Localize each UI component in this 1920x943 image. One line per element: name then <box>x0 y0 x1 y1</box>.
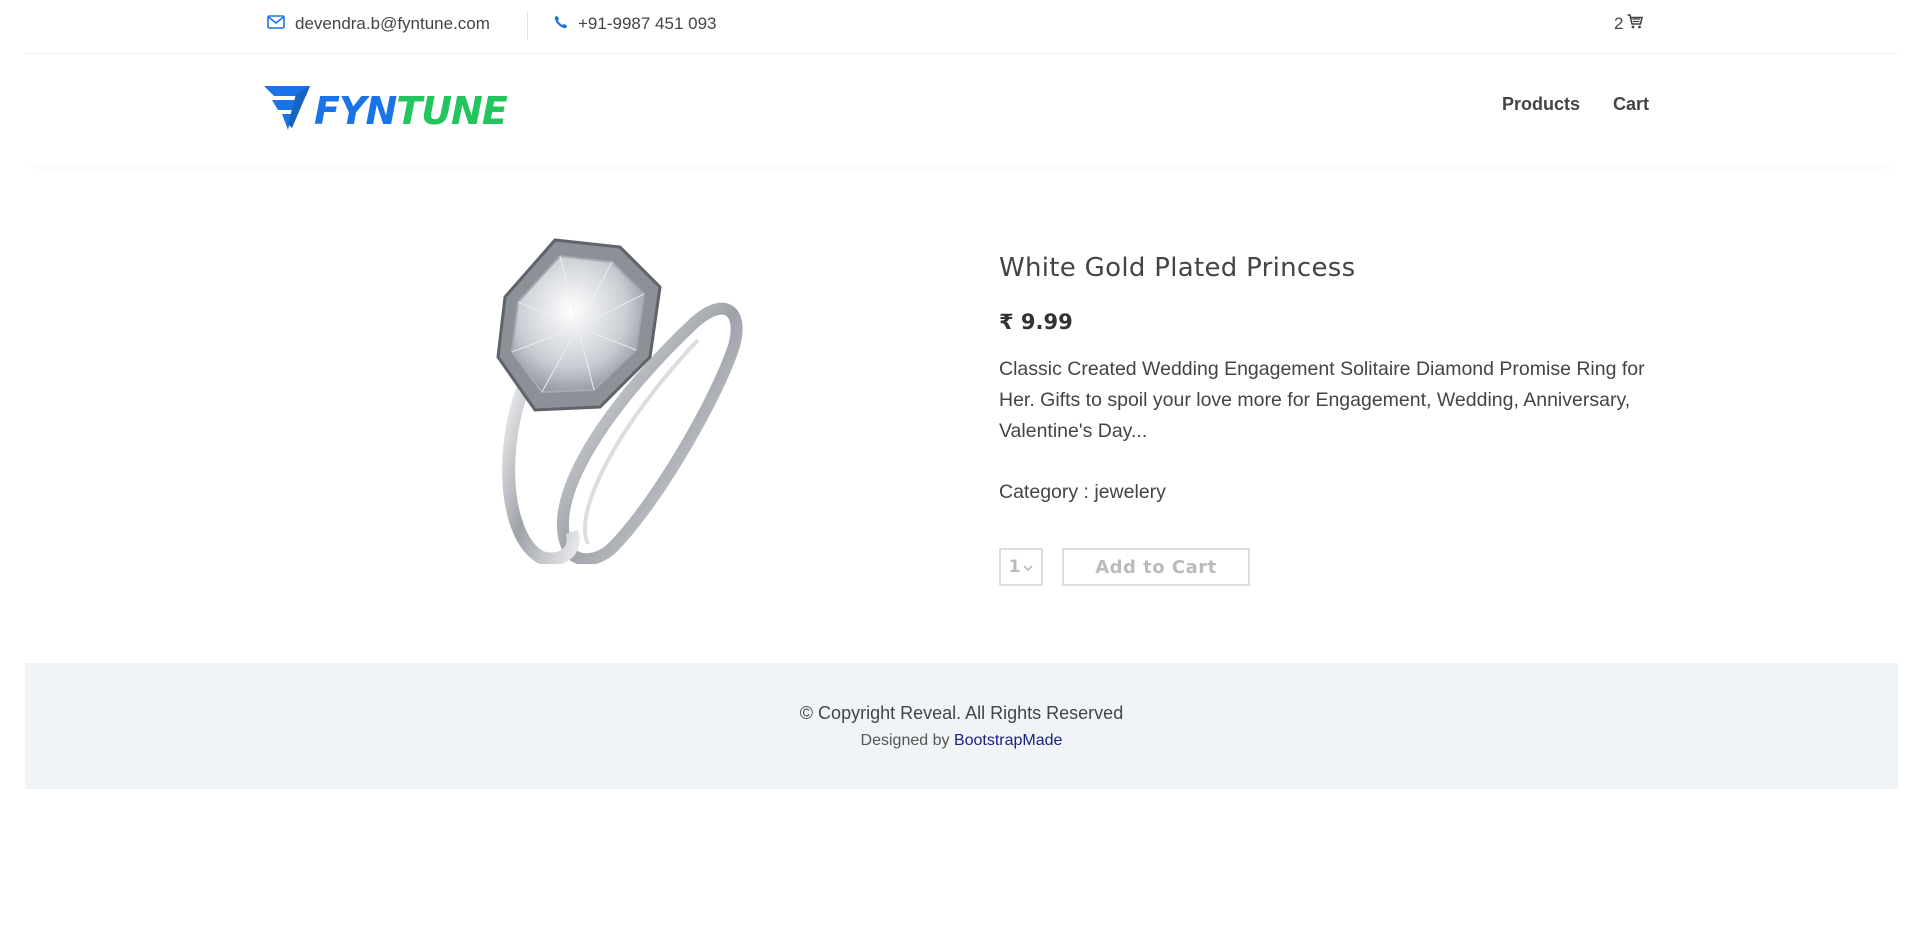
product-title: White Gold Plated Princess <box>999 253 1356 283</box>
product-image <box>460 232 746 566</box>
contact-email[interactable]: devendra.b@fyntune.com <box>267 14 490 34</box>
chevron-down-icon <box>1023 557 1034 577</box>
product-description: Classic Created Wedding Engagement Solit… <box>999 358 1645 442</box>
contact-phone[interactable]: +91-9987 451 093 <box>554 14 717 34</box>
cart-icon <box>1627 14 1644 34</box>
logo-mark <box>262 84 312 137</box>
contact-email-text: devendra.b@fyntune.com <box>295 14 490 33</box>
footer-designer-link[interactable]: BootstrapMade <box>954 732 1063 749</box>
site-header: FYNTUNE Products Cart <box>25 53 1898 165</box>
site-logo[interactable]: FYNTUNE <box>262 84 508 137</box>
logo-wordmark: FYNTUNE <box>314 88 508 133</box>
top-contact-bar: devendra.b@fyntune.com +91-9987 451 093 … <box>0 0 1920 53</box>
quantity-value: 1 <box>1008 557 1021 577</box>
footer-designed-by: Designed by <box>860 732 950 749</box>
product-price: ₹ 9.99 <box>999 310 1073 334</box>
phone-icon <box>554 14 568 34</box>
quantity-select[interactable]: 1 <box>999 548 1043 586</box>
footer-copyright: © Copyright Reveal. All Rights Reserved <box>799 703 1124 723</box>
cart-count-value: 2 <box>1614 14 1624 33</box>
nav-cart-link[interactable]: Cart <box>1613 94 1649 115</box>
footer-credit: Designed by BootstrapMade <box>25 732 1898 750</box>
logo-text-fyn: FYN <box>314 88 397 133</box>
add-to-cart-row: 1 Add to Cart <box>999 548 1659 586</box>
nav-products-link[interactable]: Products <box>1502 94 1580 115</box>
logo-text-tune: TUNE <box>396 88 508 133</box>
contact-phone-text: +91-9987 451 093 <box>578 14 717 33</box>
main-nav: Products Cart <box>1502 94 1649 115</box>
header-cart-count[interactable]: 2 <box>1614 14 1644 34</box>
product-details: White Gold Plated Princess ₹ 9.99 Classi… <box>999 253 1659 586</box>
product-category: Category : jewelery <box>999 481 1166 503</box>
site-footer: © Copyright Reveal. All Rights Reserved … <box>25 663 1898 789</box>
add-to-cart-button[interactable]: Add to Cart <box>1062 548 1250 586</box>
envelope-icon <box>267 14 285 34</box>
contact-divider <box>527 12 528 40</box>
